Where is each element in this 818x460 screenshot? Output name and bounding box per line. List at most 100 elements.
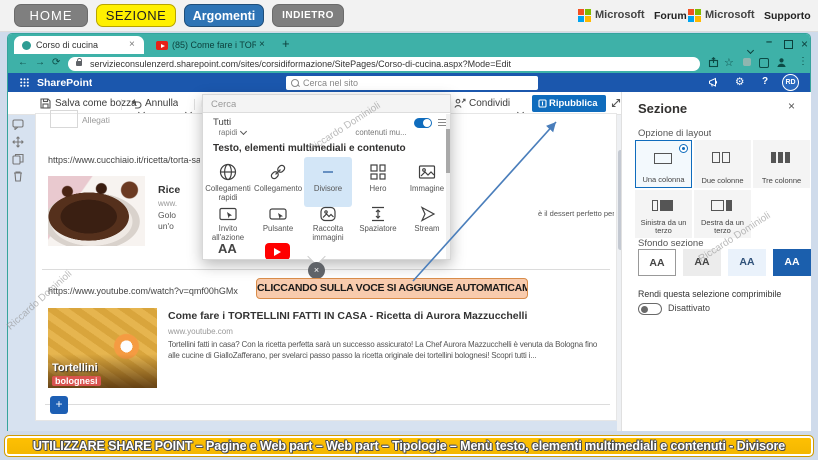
window-close-icon[interactable]: ×	[801, 37, 808, 51]
stream-icon[interactable]	[416, 203, 438, 225]
webpart-picker-flyout: Cerca Tutti rapidi contenuti mu... Testo…	[202, 94, 451, 260]
settings-gear-icon[interactable]: ⚙	[735, 76, 744, 88]
browser-menu-dots-icon[interactable]: ⋮	[798, 56, 808, 67]
picker-scrollbar[interactable]	[446, 114, 450, 259]
indietro-button[interactable]: INDIETRO	[272, 4, 344, 27]
cutoff-item-label: contenuti mu...	[355, 128, 407, 137]
share-page-icon[interactable]	[708, 57, 719, 68]
one-column-icon	[654, 153, 672, 171]
divider	[194, 99, 195, 110]
undo-icon	[130, 98, 142, 109]
reload-icon[interactable]: ⟳	[52, 57, 60, 68]
picker-item-label[interactable]: Collegamento	[254, 184, 302, 194]
url-field[interactable]: servizieconsulenzerd.sharepoint.com/site…	[68, 56, 700, 71]
cake-thumbnail-image[interactable]	[48, 176, 145, 246]
forum-label: Forum	[654, 10, 687, 22]
browser-addressbar: ← → ⟳ servizieconsulenzerd.sharepoint.co…	[8, 54, 810, 73]
picker-item-label[interactable]: Raccolta immagini	[304, 224, 352, 242]
picker-item-label[interactable]: Stream	[403, 224, 450, 234]
cake-card-title[interactable]: Rice	[158, 184, 202, 196]
call-to-action-icon[interactable]	[217, 203, 239, 225]
quick-links-icon[interactable]	[217, 161, 239, 183]
tab-close-icon[interactable]: ×	[129, 39, 135, 50]
cake-card-desc-overflow: è il dessert perfetto per celebrare	[538, 209, 614, 218]
site-search-input[interactable]: Cerca nel sito	[286, 75, 538, 90]
add-section-button[interactable]: +	[50, 396, 68, 414]
back-icon[interactable]: ←	[18, 57, 28, 68]
feedback-megaphone-icon[interactable]	[708, 77, 719, 88]
button-icon[interactable]	[267, 203, 289, 225]
picker-filter-dropdown[interactable]: Tutti	[213, 117, 231, 128]
background-swatch-white[interactable]: AA	[638, 249, 676, 276]
screenshot-root: HOME SEZIONE Argomenti INDIETRO Microsof…	[0, 0, 818, 460]
tab-close-icon[interactable]: ×	[259, 39, 265, 50]
youtube-favicon-icon	[156, 41, 168, 50]
close-webpart-picker-button[interactable]: ×	[308, 262, 325, 279]
home-button[interactable]: HOME	[14, 4, 88, 27]
cake-card-domain: www.	[158, 199, 178, 208]
microsoft-wordmark: Microsoft	[595, 9, 645, 21]
video-card-title[interactable]: Come fare i TORTELLINI FATTI IN CASA - R…	[168, 310, 610, 322]
republish-button[interactable]: Ripubblica	[532, 95, 606, 112]
collapsible-toggle-off[interactable]	[638, 303, 662, 315]
sezione-button[interactable]: SEZIONE	[96, 4, 176, 27]
republish-icon	[538, 99, 547, 108]
forward-icon[interactable]: →	[35, 57, 45, 68]
divider	[121, 99, 122, 110]
move-webpart-icon[interactable]	[12, 136, 24, 148]
collapsible-section-label: Rendi questa selezione comprimibile	[638, 289, 782, 299]
window-maximize-icon[interactable]	[784, 40, 793, 49]
text-icon[interactable]: AA	[218, 241, 237, 256]
picker-toggle-on[interactable]	[414, 118, 432, 128]
image-gallery-icon[interactable]	[317, 203, 339, 225]
comment-icon[interactable]	[12, 119, 24, 130]
picker-item-label[interactable]: Collegamenti rapidi	[204, 184, 252, 202]
new-tab-icon[interactable]: +	[282, 36, 290, 51]
image-icon[interactable]	[416, 161, 438, 183]
picker-item-label[interactable]: Spaziatore	[354, 224, 402, 234]
picker-search-placeholder: Cerca	[211, 99, 237, 110]
microsoft-wordmark: Microsoft	[705, 9, 755, 21]
picker-item-label[interactable]: Divisore	[304, 184, 352, 194]
argomenti-button[interactable]: Argomenti	[184, 4, 264, 27]
picker-scrollbar-thumb[interactable]	[446, 129, 450, 173]
profile-icon[interactable]	[776, 57, 787, 68]
delete-webpart-icon[interactable]	[12, 170, 24, 182]
bookmark-star-icon[interactable]: ☆	[724, 56, 734, 69]
layout-option-one-column[interactable]: Una colonna	[635, 140, 692, 188]
extension-icon[interactable]	[743, 58, 751, 66]
tab-title: Corso di cucina	[36, 40, 99, 50]
duplicate-icon[interactable]	[12, 153, 24, 165]
spacer-icon[interactable]	[367, 203, 389, 225]
picker-item-label[interactable]: Pulsante	[254, 224, 302, 234]
hero-icon[interactable]	[367, 161, 389, 183]
expand-panel-icon[interactable]	[611, 98, 621, 108]
layout-option-three-columns[interactable]: Tre colonne	[753, 140, 810, 188]
browser-tab-active[interactable]: Corso di cucina ×	[14, 36, 144, 54]
browser-tab-inactive[interactable]: (85) Come fare i TORTELLINI FA ×	[150, 36, 272, 54]
layout-option-one-third-left[interactable]: Sinistra da un terzo	[635, 190, 692, 238]
layout-option-one-third-right[interactable]: Destra da un terzo	[694, 190, 751, 238]
youtube-url-link[interactable]: https://www.youtube.com/watch?v=qmf00hGM…	[48, 286, 238, 296]
divider-icon[interactable]	[317, 161, 339, 183]
window-minimize-icon[interactable]: –	[766, 36, 772, 48]
background-swatch-strong-blue-selected[interactable]: AA	[773, 249, 811, 276]
youtube-icon[interactable]	[265, 243, 290, 259]
waffle-icon[interactable]	[20, 78, 29, 87]
share-icon	[454, 98, 466, 109]
picker-item-label[interactable]: Invito all'azione	[204, 224, 252, 242]
background-swatch-neutral[interactable]: AA	[683, 249, 721, 276]
account-avatar[interactable]: RD	[782, 74, 799, 91]
picker-item-label[interactable]: Hero	[354, 184, 402, 194]
picker-search-input[interactable]: Cerca	[203, 95, 450, 113]
cutoff-item-label: rapidi	[218, 128, 238, 137]
picker-item-label[interactable]: Immagine	[403, 184, 450, 194]
panel-close-icon[interactable]: ×	[788, 99, 795, 113]
help-icon[interactable]: ?	[762, 76, 768, 87]
layout-option-two-columns[interactable]: Due colonne	[694, 140, 751, 188]
tortellini-thumbnail-image[interactable]: Tortellini bolognesi	[48, 308, 157, 388]
extension-icon[interactable]	[759, 58, 769, 68]
background-swatch-soft-blue[interactable]: AA	[728, 249, 766, 276]
recipe-url-link[interactable]: https://www.cucchiaio.it/ricetta/torta-s…	[48, 155, 200, 165]
link-icon[interactable]	[267, 161, 289, 183]
